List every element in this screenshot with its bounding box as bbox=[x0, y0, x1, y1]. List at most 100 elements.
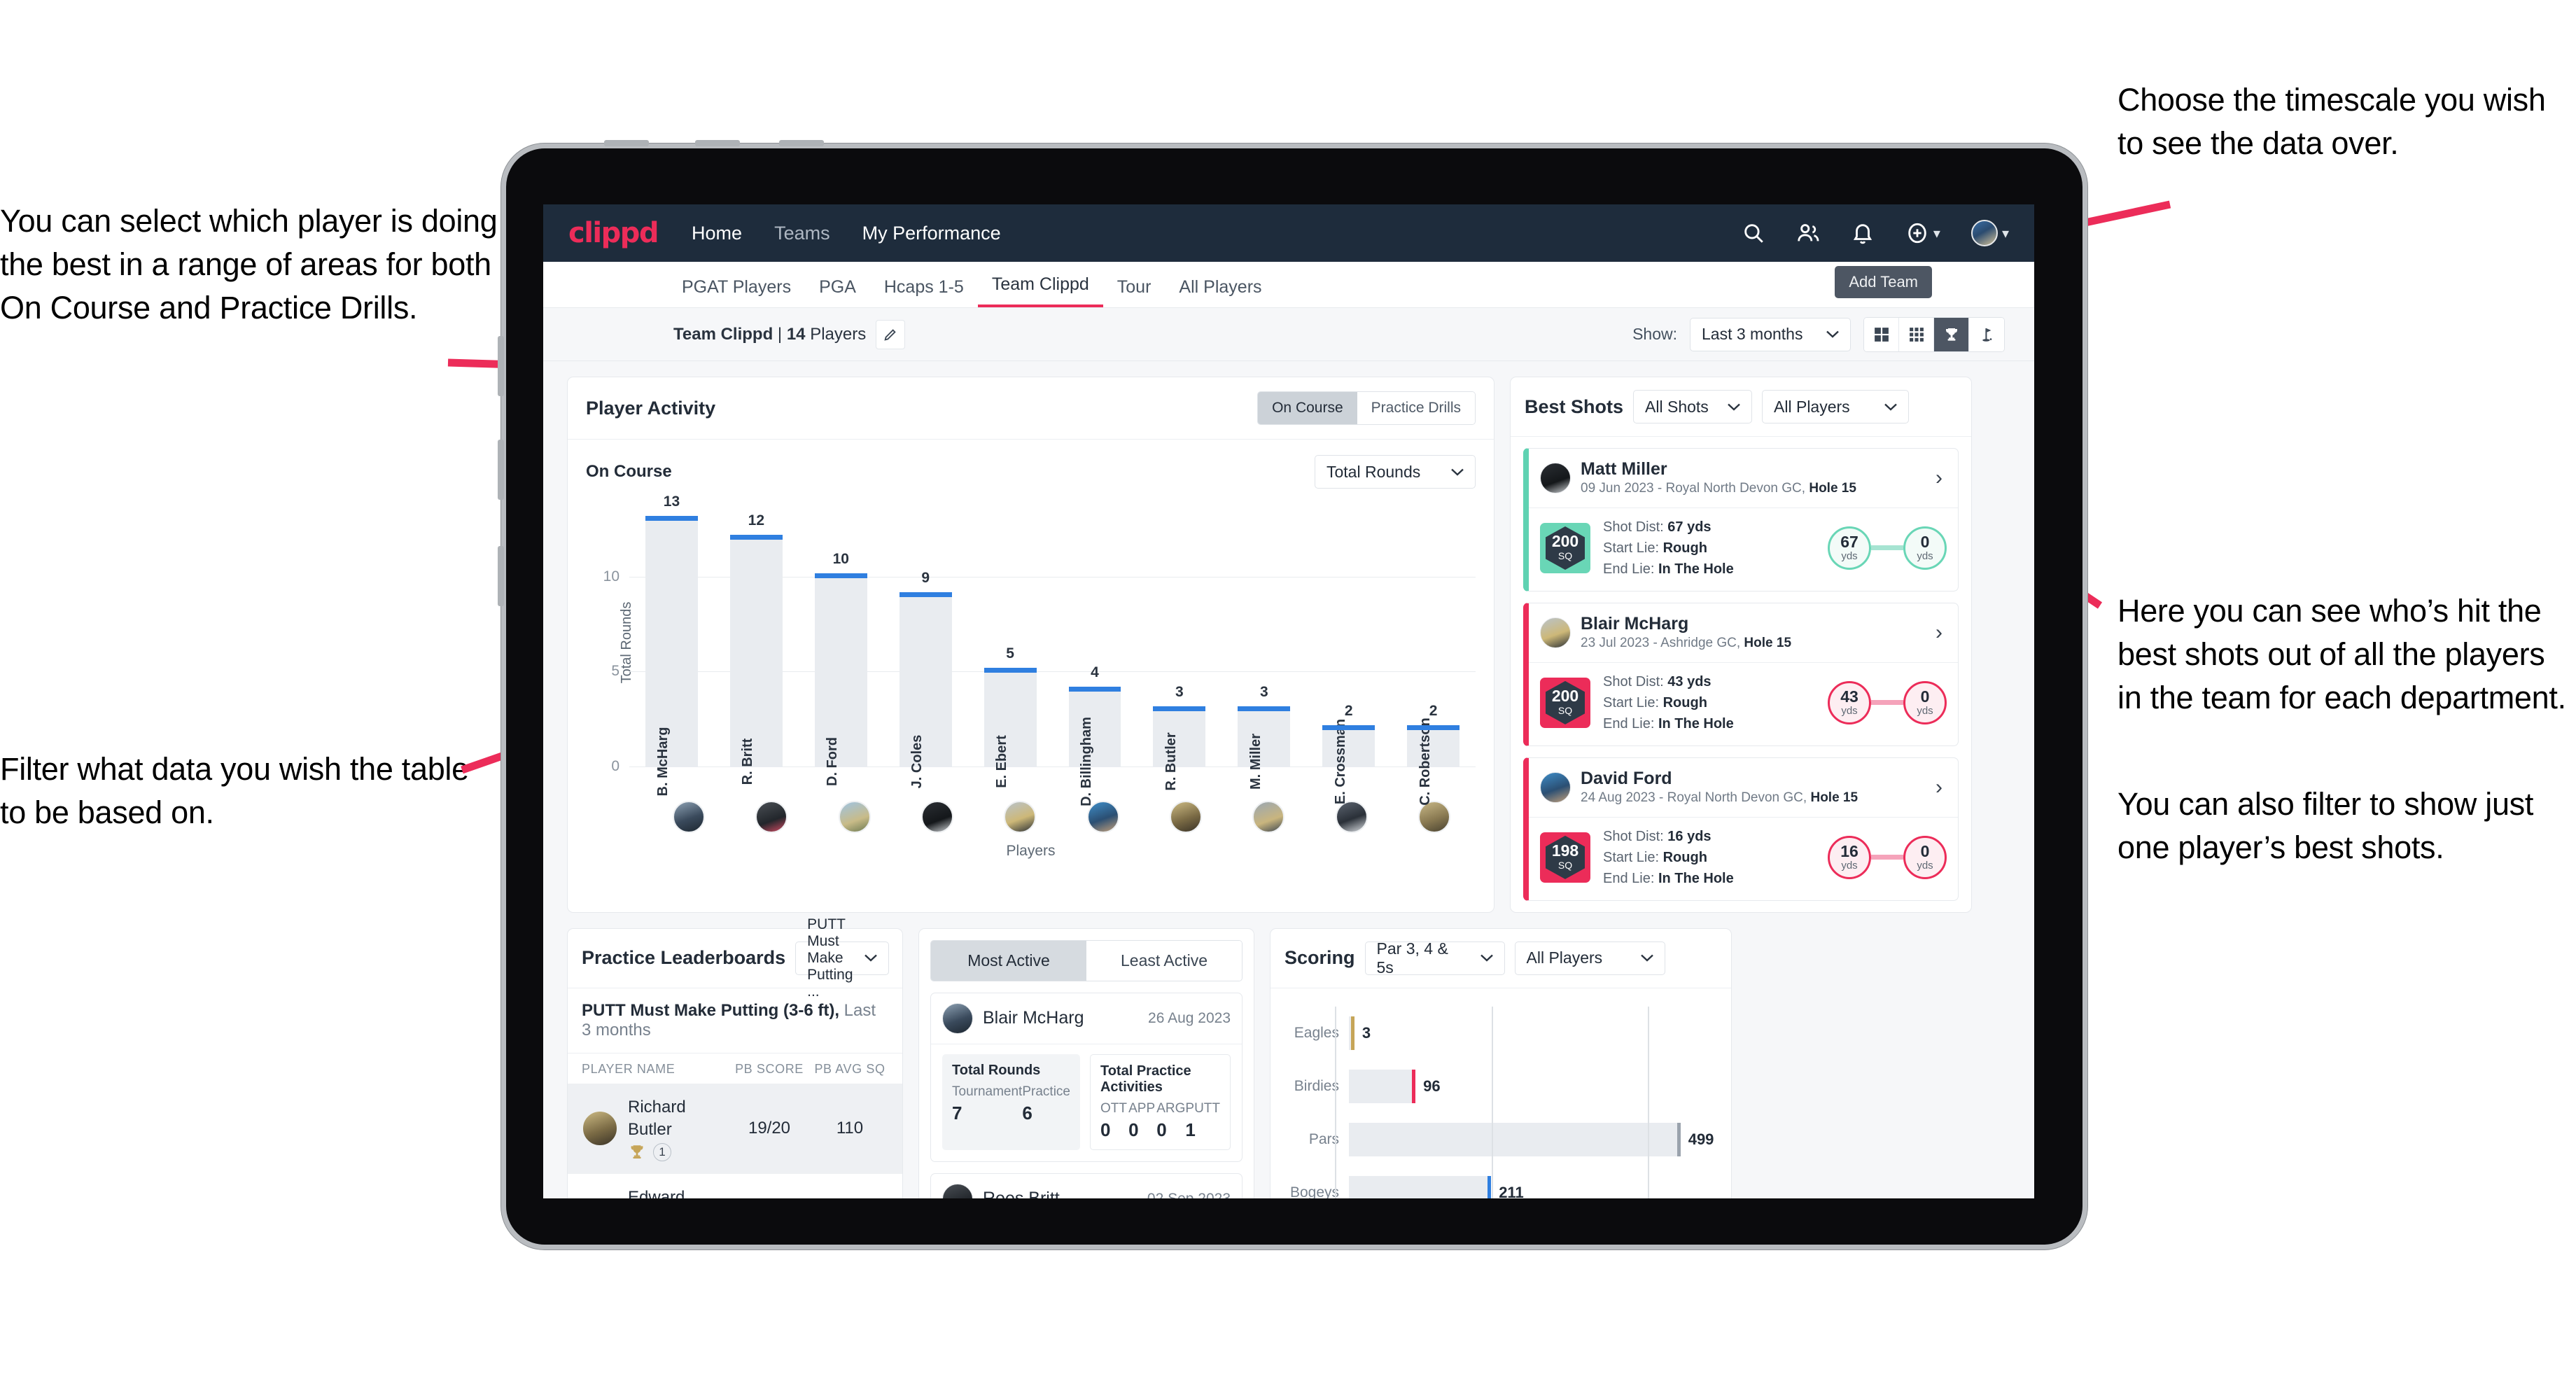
scoring-bar[interactable] bbox=[1349, 1069, 1416, 1104]
chart-bar-group[interactable]: 3 R. Butler bbox=[1137, 501, 1222, 791]
hexagon-icon: 200 SQ bbox=[1546, 680, 1585, 724]
chart-y-tick: 0 bbox=[611, 758, 620, 774]
avatar[interactable] bbox=[1970, 220, 1998, 246]
best-shot-details: Shot Dist: 43 yds Start Lie: Rough End Lie… bbox=[1603, 671, 1734, 734]
chart-bar[interactable]: E. Ebert bbox=[983, 668, 1037, 788]
timescale-select[interactable]: Last 3 months bbox=[1690, 317, 1851, 351]
chart-bar-label: C. Robertson bbox=[1417, 718, 1433, 806]
avatar[interactable] bbox=[1169, 801, 1202, 833]
chart-bar[interactable]: E. Crossman bbox=[1322, 719, 1376, 804]
best-shot-header: Matt Miller 09 Jun 2023 - Royal North Dev… bbox=[1529, 449, 1958, 507]
nav-link-home[interactable]: Home bbox=[692, 223, 742, 244]
table-row[interactable]: Edward Crossman218/20107 bbox=[568, 1174, 902, 1198]
end-lie-line: End Lie: In The Hole bbox=[1603, 561, 1734, 577]
hexagon-icon: 200 SQ bbox=[1546, 526, 1585, 570]
nav-link-my-performance[interactable]: My Performance bbox=[862, 223, 1001, 244]
chart-bar-group[interactable]: 5 E. Ebert bbox=[968, 501, 1053, 788]
best-shot-card[interactable]: Blair McHarg 23 Jul 2023 - Ashridge GC, H… bbox=[1523, 602, 1959, 746]
chart-bar-group[interactable]: 12 R. Britt bbox=[714, 501, 799, 785]
profile-menu[interactable]: ▾ bbox=[1970, 220, 2009, 246]
avatar[interactable] bbox=[1252, 801, 1285, 833]
tab-team-clippd[interactable]: Team Clippd bbox=[977, 274, 1103, 307]
scoring-bar[interactable] bbox=[1349, 1122, 1681, 1157]
view-toggle-golf-flag[interactable] bbox=[1969, 317, 2004, 351]
tab-pgat-players[interactable]: PGAT Players bbox=[668, 277, 805, 307]
avatar bbox=[942, 1002, 973, 1034]
chart-bar-group[interactable]: 13 B. McHarg bbox=[629, 493, 714, 796]
chevron-right-icon[interactable]: › bbox=[1935, 621, 1947, 645]
chart-bar-group[interactable]: 4 D. Billingham bbox=[1053, 501, 1138, 806]
chart-bar[interactable]: C. Robertson bbox=[1407, 718, 1460, 806]
chart-bar[interactable]: B. McHarg bbox=[645, 516, 698, 796]
avatar bbox=[1540, 462, 1571, 493]
people-icon[interactable] bbox=[1796, 221, 1820, 245]
tab-hcaps-1-5[interactable]: Hcaps 1-5 bbox=[870, 277, 978, 307]
bell-icon[interactable] bbox=[1851, 221, 1875, 245]
best-shot-card[interactable]: Matt Miller 09 Jun 2023 - Royal North Dev… bbox=[1523, 448, 1959, 592]
avatar[interactable] bbox=[673, 801, 706, 833]
annotation-left-top: You can select which player is doing the… bbox=[0, 203, 498, 326]
chart-bar[interactable]: R. Butler bbox=[1153, 706, 1206, 791]
nav-link-teams[interactable]: Teams bbox=[774, 223, 830, 244]
chevron-down-icon bbox=[1480, 954, 1493, 962]
shot-type-select[interactable]: All Shots bbox=[1633, 390, 1753, 424]
activity-card-item[interactable]: Blair McHarg 26 Aug 2023 Total Rounds Tourn… bbox=[930, 992, 1242, 1162]
shot-connector bbox=[1871, 545, 1903, 551]
grid-3x3-icon bbox=[1909, 327, 1924, 342]
chart-bar-label: E. Ebert bbox=[994, 735, 1010, 788]
chart-bar[interactable]: M. Miller bbox=[1238, 706, 1291, 790]
shot-connector bbox=[1871, 855, 1903, 860]
chart-bar-group[interactable]: 2 C. Robertson bbox=[1391, 501, 1476, 806]
edit-team-button[interactable] bbox=[876, 319, 906, 349]
view-toggle-trophy[interactable] bbox=[1934, 317, 1969, 351]
best-shot-body: 198 SQ Shot Dist: 16 yds Start Lie: Rough En… bbox=[1529, 816, 1958, 900]
table-row[interactable]: Richard Butler 1 19/20 110 bbox=[568, 1083, 902, 1174]
clippd-logo[interactable]: clippd bbox=[568, 217, 659, 249]
best-shot-card[interactable]: David Ford 24 Aug 2023 - Royal North Devo… bbox=[1523, 757, 1959, 901]
tab-tour[interactable]: Tour bbox=[1103, 277, 1166, 307]
activity-card-item[interactable]: Rees Britt02 Sep 2023Total RoundsTournam… bbox=[930, 1172, 1242, 1198]
scoring-bar-wrap: 96 bbox=[1349, 1060, 1717, 1113]
chevron-right-icon[interactable]: › bbox=[1935, 466, 1947, 490]
tab-least-active[interactable]: Least Active bbox=[1086, 940, 1242, 981]
tab-all-players[interactable]: All Players bbox=[1165, 277, 1275, 307]
chart-bar[interactable]: J. Coles bbox=[899, 592, 952, 788]
segment-practice-drills[interactable]: Practice Drills bbox=[1357, 392, 1475, 424]
tab-pga[interactable]: PGA bbox=[805, 277, 870, 307]
chart-bar-group[interactable]: 9 J. Coles bbox=[883, 501, 968, 788]
avatar[interactable] bbox=[1004, 801, 1037, 833]
leaderboard-rows: Richard Butler 1 19/20 110 Edward Crossman21… bbox=[568, 1083, 902, 1198]
scoring-bar[interactable] bbox=[1349, 1016, 1354, 1051]
view-toggle-grid-3x3[interactable] bbox=[1899, 317, 1934, 351]
best-shots-list: Matt Miller 09 Jun 2023 - Royal North Dev… bbox=[1511, 448, 1971, 901]
avatar[interactable] bbox=[921, 801, 954, 833]
shot-distance-line: Shot Dist: 43 yds bbox=[1603, 673, 1712, 690]
par-filter-value: Par 3, 4 & 5s bbox=[1376, 939, 1448, 976]
segment-on-course[interactable]: On Course bbox=[1258, 392, 1357, 424]
tab-most-active[interactable]: Most Active bbox=[931, 940, 1086, 981]
chart-bar-group[interactable]: 10 D. Ford bbox=[799, 501, 883, 786]
scoring-bar[interactable] bbox=[1349, 1175, 1492, 1198]
player-activity-title: Player Activity bbox=[586, 397, 716, 419]
avatar[interactable] bbox=[1335, 801, 1368, 833]
add-menu[interactable]: ▾ bbox=[1905, 221, 1940, 245]
chart-bar-group[interactable]: 2 E. Crossman bbox=[1306, 501, 1391, 804]
avatar[interactable] bbox=[755, 801, 788, 833]
chart-bar[interactable]: D. Billingham bbox=[1068, 687, 1121, 806]
activity-card-body: Total Rounds Tournament 7 Practice 6 Total Pr… bbox=[931, 1043, 1242, 1161]
scoring-player-select[interactable]: All Players bbox=[1514, 941, 1665, 975]
search-icon[interactable] bbox=[1742, 221, 1765, 245]
best-shots-player-select[interactable]: All Players bbox=[1762, 390, 1910, 424]
plus-circle-icon[interactable] bbox=[1905, 221, 1929, 245]
chevron-right-icon[interactable]: › bbox=[1935, 776, 1947, 799]
metric-select[interactable]: Total Rounds bbox=[1315, 455, 1476, 489]
avatar[interactable] bbox=[838, 801, 871, 833]
avatar[interactable] bbox=[1418, 801, 1450, 833]
drill-select[interactable]: PUTT Must Make Putting ... bbox=[795, 916, 889, 1000]
chart-bar-value: 3 bbox=[1175, 683, 1184, 700]
par-filter-select[interactable]: Par 3, 4 & 5s bbox=[1364, 939, 1505, 976]
view-toggle-grid-2x2[interactable] bbox=[1864, 317, 1899, 351]
chart-bar[interactable]: R. Britt bbox=[729, 535, 783, 785]
chart-bar[interactable]: D. Ford bbox=[814, 573, 867, 786]
chart-bar-group[interactable]: 3 M. Miller bbox=[1222, 501, 1306, 790]
